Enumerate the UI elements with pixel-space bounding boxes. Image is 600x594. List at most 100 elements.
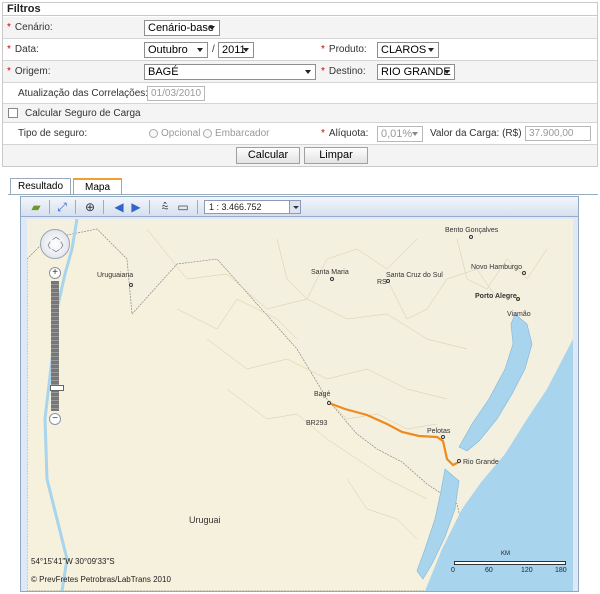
map-toolbar: ▰ ⤢ ⊕ ◀ ▶ ⩯ ▭ 1 : 3.466.752 bbox=[21, 197, 578, 217]
opcional-radio[interactable] bbox=[149, 129, 158, 138]
coordinate-readout: 54°15'41"W 30°09'33"S bbox=[31, 557, 115, 566]
row-seguro: Calcular Seguro de Carga bbox=[3, 104, 597, 123]
label-bento: Bento Gonçalves bbox=[445, 227, 499, 234]
scale-tick: 60 bbox=[485, 567, 493, 574]
opcional-label: Opcional bbox=[161, 128, 201, 139]
label-uruguaiana: Uruguaiana bbox=[97, 272, 134, 279]
pan-down-icon[interactable]: ﹀ bbox=[52, 248, 60, 259]
embarcador-radio[interactable] bbox=[203, 129, 212, 138]
origem-select[interactable]: BAGÉ bbox=[144, 64, 316, 80]
label-uruguai: Uruguai bbox=[189, 515, 221, 525]
map-canvas[interactable]: Uruguaiana Santa Maria Santa Cruz do Sul… bbox=[27, 219, 573, 591]
filters-panel: Filtros * Cenário: Cenário-base * Data: Ou… bbox=[2, 2, 598, 167]
seguro-checkbox[interactable] bbox=[8, 108, 18, 118]
destination-marker bbox=[457, 459, 461, 463]
data-label: * Data: bbox=[7, 44, 39, 55]
scale-legend: KM 0 60 120 180 bbox=[451, 551, 567, 587]
scale-tick: 120 bbox=[521, 567, 533, 574]
row-data: * Data: Outubro / 2011 * Produto: CLAROS bbox=[3, 39, 597, 61]
tab-divider bbox=[8, 194, 598, 195]
year-select[interactable]: 2011 bbox=[218, 42, 254, 58]
limpar-button[interactable]: Limpar bbox=[304, 147, 368, 164]
label-santa-maria: Santa Maria bbox=[311, 269, 349, 276]
row-tipo-seguro: Tipo de seguro: Opcional Embarcador * Alí… bbox=[3, 123, 597, 145]
label-porto-alegre: Porto Alegre bbox=[475, 293, 517, 300]
zoom-in-button[interactable]: + bbox=[49, 267, 61, 279]
date-separator: / bbox=[212, 44, 215, 55]
chevron-down-icon bbox=[243, 48, 249, 52]
destino-select[interactable]: RIO GRANDE bbox=[377, 64, 455, 80]
scale-tick: 0 bbox=[451, 567, 455, 574]
embarcador-label: Embarcador bbox=[215, 128, 270, 139]
origin-marker bbox=[327, 401, 331, 405]
map-window: ▰ ⤢ ⊕ ◀ ▶ ⩯ ▭ 1 : 3.466.752 Uruguaiana S… bbox=[20, 196, 579, 592]
filters-title: Filtros bbox=[3, 3, 597, 16]
measure-area-icon[interactable]: ▭ bbox=[176, 200, 190, 214]
toolbar-separator bbox=[149, 200, 150, 214]
pan-up-icon[interactable]: ︿ bbox=[52, 231, 60, 242]
zoom-slider-thumb[interactable] bbox=[50, 385, 64, 391]
scale-tick: 180 bbox=[555, 567, 567, 574]
forward-arrow-icon[interactable]: ▶ bbox=[129, 200, 143, 214]
city-marker bbox=[522, 271, 526, 275]
toolbar-separator bbox=[103, 200, 104, 214]
produto-label: * Produto: bbox=[321, 44, 367, 55]
produto-select[interactable]: CLAROS bbox=[377, 42, 439, 58]
label-pelotas: Pelotas bbox=[427, 428, 451, 435]
full-extent-icon[interactable]: ⤢ bbox=[55, 200, 69, 214]
layers-icon[interactable]: ▰ bbox=[29, 200, 43, 214]
toolbar-separator bbox=[49, 200, 50, 214]
pan-left-icon[interactable]: 〈 bbox=[43, 240, 51, 251]
toolbar-separator bbox=[197, 200, 198, 214]
label-novo-hamburgo: Novo Hamburgo bbox=[471, 264, 522, 271]
zoom-control: + − bbox=[49, 267, 64, 427]
chevron-down-icon bbox=[289, 201, 300, 213]
city-marker bbox=[441, 435, 445, 439]
atualizacao-label: Atualização das Correlações: bbox=[18, 88, 149, 99]
calcular-button[interactable]: Calcular bbox=[236, 147, 300, 164]
scale-value: 1 : 3.466.752 bbox=[209, 202, 262, 212]
tab-mapa[interactable]: Mapa bbox=[73, 178, 122, 195]
valor-carga-field: 37.900,00 bbox=[525, 126, 591, 141]
measure-distance-icon[interactable]: ⩯ bbox=[158, 200, 172, 214]
city-marker bbox=[129, 283, 133, 287]
zoom-in-icon[interactable]: ⊕ bbox=[83, 200, 97, 214]
tab-resultado[interactable]: Resultado bbox=[10, 178, 71, 195]
chevron-down-icon bbox=[197, 48, 203, 52]
chevron-down-icon bbox=[305, 70, 311, 74]
month-select[interactable]: Outubro bbox=[144, 42, 208, 58]
city-marker bbox=[469, 235, 473, 239]
cenario-select[interactable]: Cenário-base bbox=[144, 20, 220, 36]
row-buttons: Calcular Limpar bbox=[3, 145, 597, 166]
atualizacao-field: 01/03/2010 bbox=[147, 86, 205, 101]
tipo-seguro-label: Tipo de seguro: bbox=[18, 128, 88, 139]
zoom-slider-track[interactable] bbox=[50, 281, 64, 411]
label-rs: RS bbox=[377, 279, 387, 286]
toolbar-separator bbox=[75, 200, 76, 214]
chevron-down-icon bbox=[209, 26, 215, 30]
row-atualizacao: Atualização das Correlações: 01/03/2010 bbox=[3, 83, 597, 104]
row-cenario: * Cenário: Cenário-base bbox=[3, 17, 597, 39]
pan-control[interactable]: ︿ ﹀ 〈 〉 bbox=[40, 229, 70, 259]
row-origem: * Origem: BAGÉ * Destino: RIO GRANDE bbox=[3, 61, 597, 83]
origem-label: * Origem: bbox=[7, 66, 51, 77]
city-marker bbox=[330, 277, 334, 281]
scale-select[interactable]: 1 : 3.466.752 bbox=[204, 200, 301, 214]
back-arrow-icon[interactable]: ◀ bbox=[112, 200, 126, 214]
chevron-down-icon bbox=[428, 48, 434, 52]
label-br293: BR293 bbox=[306, 420, 328, 427]
label-bage: Bagé bbox=[314, 391, 331, 398]
pan-right-icon[interactable]: 〉 bbox=[60, 240, 68, 251]
seguro-label: Calcular Seguro de Carga bbox=[25, 108, 141, 119]
label-viamao: Viamão bbox=[507, 311, 531, 318]
zoom-out-button[interactable]: − bbox=[49, 413, 61, 425]
chevron-down-icon bbox=[412, 132, 418, 136]
copyright-text: © PrevFretes Petrobras/LabTrans 2010 bbox=[31, 575, 171, 584]
cenario-label: * Cenário: bbox=[7, 22, 53, 33]
chevron-down-icon bbox=[444, 70, 450, 74]
aliquota-select[interactable]: 0,01% bbox=[377, 126, 423, 142]
aliquota-label: * Alíquota: bbox=[321, 128, 369, 139]
scale-unit: KM bbox=[501, 551, 510, 557]
label-rio-grande: Rio Grande bbox=[463, 459, 499, 466]
destino-label: * Destino: bbox=[321, 66, 366, 77]
